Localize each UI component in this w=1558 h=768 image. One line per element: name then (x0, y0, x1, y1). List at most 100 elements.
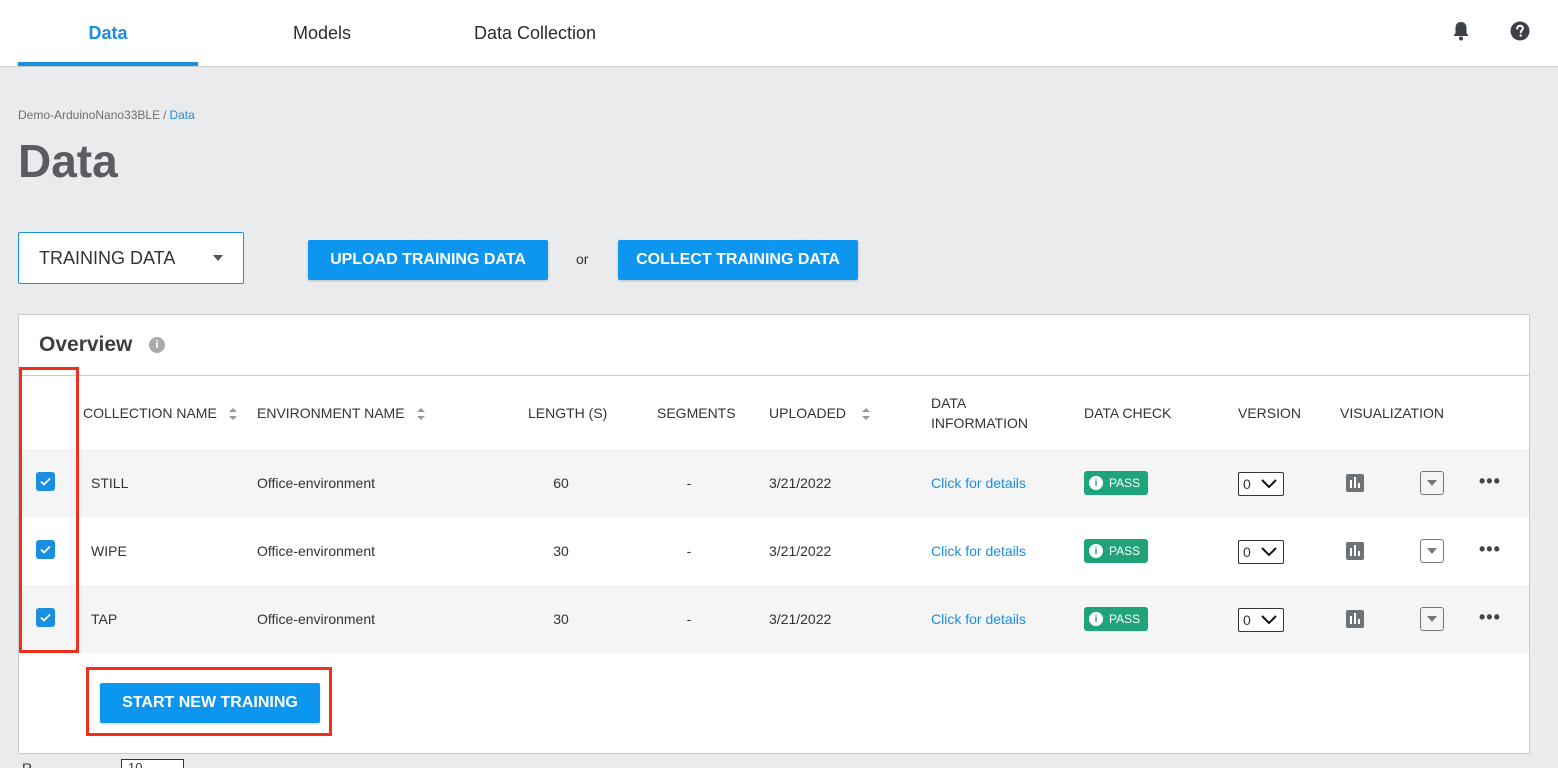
info-icon: i (1089, 476, 1103, 490)
status-badge[interactable]: i PASS (1084, 539, 1148, 563)
chevron-down-icon (1261, 615, 1277, 625)
column-header-visualization: VISUALIZATION (1340, 405, 1444, 421)
version-select[interactable]: 0 (1238, 608, 1284, 632)
expand-row-button[interactable] (1420, 539, 1444, 563)
more-options-icon[interactable]: ••• (1479, 608, 1501, 626)
bell-icon[interactable] (1449, 19, 1473, 43)
sort-icon[interactable] (862, 408, 871, 421)
column-header-label-line2: INFORMATION (931, 415, 1028, 431)
status-badge-label: PASS (1109, 544, 1141, 558)
row-checkbox[interactable] (36, 608, 55, 627)
check-icon (40, 613, 51, 622)
dataset-select-value: TRAINING DATA (39, 247, 176, 268)
rows-per-page-label: R (22, 760, 33, 768)
details-link[interactable]: Click for details (931, 473, 1026, 493)
expand-row-button[interactable] (1420, 471, 1444, 495)
divider (19, 375, 1529, 376)
environment-name: Office-environment (257, 475, 376, 491)
sort-icon[interactable] (416, 408, 425, 421)
info-icon: i (1089, 544, 1103, 558)
bar-chart-icon[interactable] (1346, 610, 1364, 628)
tab-data[interactable]: Data (18, 0, 198, 66)
column-header-data-check: DATA CHECK (1084, 405, 1172, 421)
column-header-segments: SEGMENTS (657, 405, 736, 421)
breadcrumb: Demo-ArduinoNano33BLE / Data (18, 108, 195, 122)
tab-data-collection[interactable]: Data Collection (450, 0, 620, 66)
status-badge[interactable]: i PASS (1084, 471, 1148, 495)
collection-name: WIPE (91, 543, 127, 559)
length-value: 60 (553, 475, 569, 491)
uploaded-date: 3/21/2022 (769, 543, 832, 559)
length-value: 30 (553, 543, 569, 559)
column-header-collection-name[interactable]: COLLECTION NAME (83, 403, 237, 423)
upload-training-data-button[interactable]: UPLOAD TRAINING DATA (308, 240, 548, 280)
breadcrumb-separator: / (163, 108, 167, 122)
tab-models[interactable]: Models (242, 0, 402, 66)
length-value: 30 (553, 611, 569, 627)
overview-title: Overview (39, 333, 133, 356)
row-checkbox[interactable] (36, 472, 55, 491)
collection-name: STILL (91, 475, 129, 491)
status-badge-label: PASS (1109, 476, 1141, 490)
status-badge-label: PASS (1109, 612, 1141, 626)
check-icon (40, 545, 51, 554)
version-select[interactable]: 0 (1238, 540, 1284, 564)
table-row: STILL Office-environment 60 - 3/21/2022 … (19, 449, 1529, 517)
column-header-label-line1: DATA (931, 395, 967, 411)
more-options-icon[interactable]: ••• (1479, 540, 1501, 558)
column-header-length: LENGTH (S) (528, 405, 608, 421)
caret-down-icon (1427, 616, 1437, 622)
collection-name: TAP (91, 611, 118, 627)
breadcrumb-current[interactable]: Data (169, 108, 194, 122)
column-header-label: COLLECTION NAME (83, 405, 217, 421)
version-value: 0 (1243, 612, 1251, 628)
info-icon[interactable]: i (149, 337, 165, 353)
breadcrumb-project[interactable]: Demo-ArduinoNano33BLE (18, 108, 160, 122)
bar-chart-icon-glyph (1350, 477, 1360, 488)
row-checkbox[interactable] (36, 540, 55, 559)
more-options-icon[interactable]: ••• (1479, 472, 1501, 490)
check-icon (40, 477, 51, 486)
uploaded-date: 3/21/2022 (769, 475, 832, 491)
caret-down-icon (1427, 548, 1437, 554)
column-header-environment-name[interactable]: ENVIRONMENT NAME (257, 403, 425, 423)
chevron-down-icon (1261, 479, 1277, 489)
table-row: TAP Office-environment 30 - 3/21/2022 Cl… (19, 585, 1529, 653)
chevron-down-icon (213, 255, 223, 261)
caret-down-icon (1427, 480, 1437, 486)
version-select[interactable]: 0 (1238, 472, 1284, 496)
column-header-label: UPLOADED (769, 405, 847, 421)
version-value: 0 (1243, 476, 1251, 492)
column-header-version: VERSION (1238, 405, 1302, 421)
rows-per-page-select[interactable]: 10 (121, 759, 184, 768)
bar-chart-icon[interactable] (1346, 542, 1364, 560)
overview-card: Overview i COLLECTION NAME ENVIRONMENT N… (18, 314, 1530, 754)
segments-value: - (686, 543, 692, 559)
column-header-label: ENVIRONMENT NAME (257, 405, 405, 421)
column-header-uploaded[interactable]: UPLOADED (769, 403, 871, 423)
segments-value: - (686, 475, 692, 491)
environment-name: Office-environment (257, 611, 376, 627)
details-link[interactable]: Click for details (931, 541, 1026, 561)
page-title: Data (18, 135, 118, 187)
bar-chart-icon-glyph (1350, 545, 1360, 556)
expand-row-button[interactable] (1420, 607, 1444, 631)
sort-icon[interactable] (228, 408, 237, 421)
help-icon-glyph (1510, 21, 1530, 41)
uploaded-date: 3/21/2022 (769, 611, 832, 627)
column-header-data-information: DATA INFORMATION (931, 393, 1028, 433)
bell-icon-glyph (1453, 22, 1469, 41)
or-label: or (576, 251, 589, 267)
help-icon[interactable] (1508, 19, 1532, 43)
chevron-down-icon (1261, 547, 1277, 557)
bar-chart-icon-glyph (1350, 613, 1360, 624)
details-link[interactable]: Click for details (931, 609, 1026, 629)
status-badge[interactable]: i PASS (1084, 607, 1148, 631)
top-navigation: Data Models Data Collection (0, 0, 1558, 67)
info-icon: i (1089, 612, 1103, 626)
dataset-select[interactable]: TRAINING DATA (18, 232, 244, 284)
environment-name: Office-environment (257, 543, 376, 559)
collect-training-data-button[interactable]: COLLECT TRAINING DATA (618, 240, 858, 280)
bar-chart-icon[interactable] (1346, 474, 1364, 492)
start-new-training-button[interactable]: START NEW TRAINING (100, 683, 320, 723)
